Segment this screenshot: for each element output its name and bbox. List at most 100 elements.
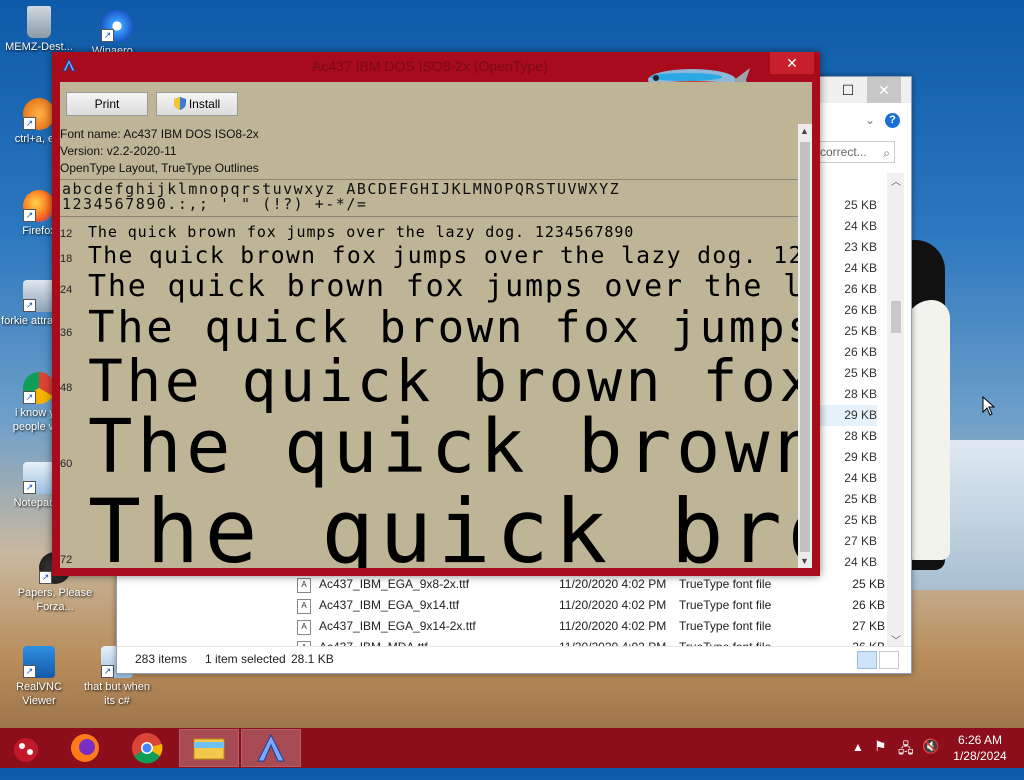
scroll-thumb[interactable] — [891, 301, 901, 333]
uac-shield-icon — [173, 97, 186, 110]
large-icons-view-button[interactable] — [879, 651, 899, 669]
font-preview-pane[interactable]: Font name: Ac437 IBM DOS ISO8-2x Version… — [60, 124, 798, 568]
ttf-file-icon: A — [297, 578, 311, 593]
ttf-file-icon: A — [297, 620, 311, 635]
font-layout: OpenType Layout, TrueType Outlines — [60, 161, 259, 175]
divider — [60, 216, 798, 217]
taskbar-firefox[interactable] — [56, 730, 114, 766]
scroll-thumb[interactable] — [800, 142, 810, 552]
program-icon: ↗ — [23, 280, 55, 312]
sample-size-label: 60 — [60, 458, 73, 470]
taskbar-file-explorer[interactable] — [179, 729, 239, 767]
sample-text: The quick brown fox jumps over the lazy … — [88, 302, 798, 353]
recycle-bin-icon — [27, 6, 51, 38]
file-type: TrueType font file — [679, 619, 772, 633]
firefox-icon: ↗ — [23, 190, 55, 222]
status-bar: 283 items 1 item selected 28.1 KB — [117, 646, 911, 673]
search-input[interactable]: correct... ⌕ — [815, 141, 895, 163]
preview-scrollbar[interactable]: ▲ ▼ — [798, 124, 812, 568]
file-name: Ac437_IBM_EGA_9x8-2x.ttf — [319, 577, 470, 591]
sample-text: The quick brown fox jumps over the lazy … — [88, 347, 798, 415]
font-viewer-app-icon — [62, 58, 76, 72]
ttf-file-icon: A — [297, 599, 311, 614]
realvnc-icon: ↗ — [23, 646, 55, 678]
sample-text: The quick brown fox jumps over the lazy … — [88, 243, 798, 269]
size-cell-selected: 29 KB — [817, 405, 877, 426]
sample-text: The quick brown fox jumps over the lazy … — [88, 269, 798, 304]
network-icon[interactable]: 🖧 — [898, 738, 914, 778]
sample-size-label: 12 — [60, 228, 73, 240]
install-button[interactable]: Install — [156, 92, 238, 116]
size-cell: 24 KB — [844, 261, 877, 275]
file-size: 26 KB — [852, 598, 885, 612]
details-view-button[interactable] — [857, 651, 877, 669]
taskbar: ▲ ⚑ 🖧 🔇 6:26 AM 1/28/2024 — [0, 728, 1024, 768]
font-viewer-titlebar[interactable]: Ac437 IBM DOS ISO8-2x (OpenType) ✕ — [52, 52, 820, 92]
table-row[interactable]: A Ac437_IBM_EGA_9x14-2x.ttf 11/20/2020 4… — [297, 616, 887, 637]
firefox-icon — [71, 734, 99, 762]
font-viewer-body: Print Install Font name: Ac437 IBM DOS I… — [60, 82, 812, 568]
scroll-up-arrow[interactable]: ︿ — [891, 173, 901, 188]
toolbar: Print Install — [60, 82, 812, 122]
file-size: 27 KB — [852, 619, 885, 633]
sample-size-label: 36 — [60, 327, 73, 339]
taskbar-clock[interactable]: 6:26 AM 1/28/2024 — [948, 732, 1012, 764]
search-icon: ⌕ — [883, 146, 890, 160]
folder-icon — [193, 738, 225, 760]
sample-size-label: 24 — [60, 284, 73, 296]
sample-size-label: 18 — [60, 253, 73, 265]
start-button[interactable] — [0, 730, 58, 766]
file-type: TrueType font file — [679, 598, 772, 612]
close-button[interactable]: ✕ — [770, 52, 814, 74]
file-date: 11/20/2020 4:02 PM — [559, 619, 667, 633]
size-column: 25 KB 24 KB 23 KB 24 KB 26 KB 26 KB 25 K… — [817, 195, 877, 573]
file-size: 25 KB — [852, 577, 885, 591]
table-row[interactable]: A Ac437_IBM_EGA_9x14.ttf 11/20/2020 4:02… — [297, 595, 887, 616]
size-cell: 27 KB — [844, 534, 877, 548]
scroll-up-arrow[interactable]: ▲ — [800, 126, 809, 136]
sample-text: The quick brown fox jumps over the lazy … — [88, 223, 635, 241]
maximize-button[interactable]: ☐ — [831, 77, 865, 103]
size-cell: 26 KB — [844, 345, 877, 359]
font-viewer-window[interactable]: Ac437 IBM DOS ISO8-2x (OpenType) ✕ Print… — [52, 52, 820, 576]
size-cell: 25 KB — [844, 492, 877, 506]
sample-text: The quick brown fox jumps over the lazy … — [88, 480, 798, 569]
size-cell: 23 KB — [844, 240, 877, 254]
volume-muted-icon[interactable]: 🔇 — [922, 738, 939, 778]
scroll-down-arrow[interactable]: ﹀ — [891, 632, 901, 647]
size-cell: 28 KB — [844, 429, 877, 443]
status-selection: 1 item selected — [205, 652, 286, 666]
help-icon[interactable]: ? — [885, 113, 900, 128]
font-info: Font name: Ac437 IBM DOS ISO8-2x Version… — [60, 126, 259, 177]
chevron-down-icon[interactable]: ⌄ — [865, 113, 875, 127]
size-cell: 24 KB — [844, 555, 877, 569]
table-row[interactable]: A Ac437_IBM_EGA_9x8-2x.ttf 11/20/2020 4:… — [297, 574, 887, 595]
file-list: A Ac437_IBM_EGA_9x8-2x.ttf 11/20/2020 4:… — [297, 574, 887, 647]
sample-size-label: 48 — [60, 382, 73, 394]
size-cell: 26 KB — [844, 282, 877, 296]
shortcut-app-icon: ↗ — [23, 98, 55, 130]
size-cell: 25 KB — [844, 366, 877, 380]
size-cell: 25 KB — [844, 513, 877, 527]
action-center-flag-icon[interactable]: ⚑ — [874, 738, 887, 778]
show-hidden-icons-button[interactable]: ▲ — [852, 740, 864, 780]
desktop-icon-realvnc[interactable]: ↗ RealVNC Viewer — [0, 646, 78, 708]
size-cell: 26 KB — [844, 303, 877, 317]
clock-date: 1/28/2024 — [953, 749, 1007, 763]
desktop-icon-winaero[interactable]: ↗ Winaero... — [78, 10, 156, 58]
taskbar-chrome[interactable] — [118, 730, 176, 766]
font-version: Version: v2.2-2020-11 — [60, 144, 177, 158]
install-label: Install — [188, 97, 221, 111]
status-item-count: 283 items — [135, 652, 188, 666]
print-button[interactable]: Print — [66, 92, 148, 116]
explorer-scrollbar[interactable]: ︿ ﹀ — [887, 173, 904, 647]
scroll-down-arrow[interactable]: ▼ — [800, 556, 809, 566]
notepad-icon: ↗ — [23, 462, 55, 494]
file-date: 11/20/2020 4:02 PM — [559, 577, 667, 591]
size-cell: 25 KB — [844, 324, 877, 338]
file-name: Ac437_IBM_EGA_9x14.ttf — [319, 598, 460, 612]
explorer-close-button[interactable]: ✕ — [867, 77, 901, 103]
taskbar-font-viewer[interactable] — [241, 729, 301, 767]
desktop-icon-recycle-bin[interactable]: MEMZ-Dest... — [0, 6, 78, 54]
charset-line: 1234567890.:,; ' " (!?) +-*/= — [62, 195, 368, 213]
